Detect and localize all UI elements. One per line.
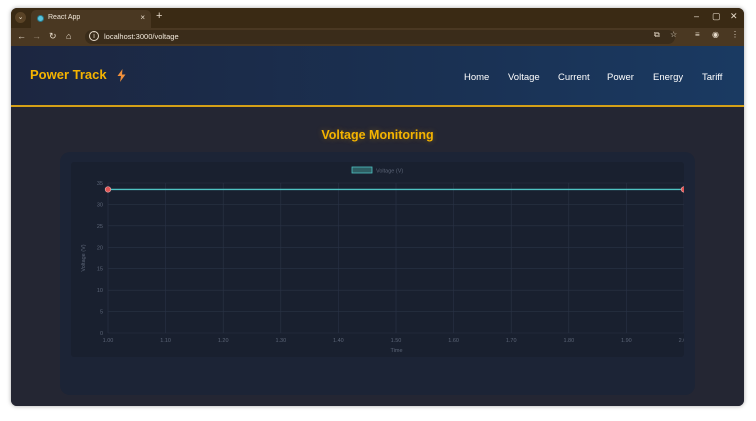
menu-kebab-icon[interactable]: ⋮ [731, 30, 739, 39]
chart-plot-background [71, 162, 684, 357]
nav-link-energy[interactable]: Energy [653, 72, 683, 83]
y-tick-label: 10 [97, 288, 103, 294]
nav-link-current[interactable]: Current [558, 72, 590, 83]
forward-arrow-icon[interactable]: → [32, 31, 41, 41]
reload-icon[interactable]: ↻ [49, 31, 57, 42]
x-tick-label: 1.70 [506, 338, 517, 344]
close-window-button[interactable]: ✕ [730, 11, 738, 22]
minimize-button[interactable]: – [694, 11, 699, 21]
site-info-icon[interactable]: i [89, 31, 99, 41]
chart-card: 0 5 10 15 20 25 30 35 1.00 1.10 1.20 1.30 1.40 1.50 1.… [60, 152, 695, 395]
nav-link-home[interactable]: Home [464, 72, 489, 83]
legend-label: Voltage (V) [376, 169, 403, 175]
lightning-bolt-icon [117, 69, 126, 82]
voltage-line-chart[interactable]: 0 5 10 15 20 25 30 35 1.00 1.10 1.20 1.30 1.40 1.50 1.… [71, 162, 684, 357]
react-favicon-icon [37, 15, 44, 22]
back-arrow-icon[interactable]: ← [17, 31, 26, 41]
profile-icon[interactable]: ◉ [712, 30, 719, 39]
y-tick-label: 25 [97, 224, 103, 230]
x-tick-label: 1.00 [103, 338, 114, 344]
browser-window: ⌄ React App × + – ▢ ✕ ← → ↻ ⌂ i localhos… [11, 8, 744, 406]
x-tick-label: 1.80 [563, 338, 574, 344]
tab-search-button[interactable]: ⌄ [15, 12, 26, 23]
browser-tab[interactable]: React App × [31, 10, 151, 28]
x-tick-label: 1.90 [621, 338, 632, 344]
x-tick-label: 1.40 [333, 338, 344, 344]
nav-link-tariff[interactable]: Tariff [702, 72, 722, 83]
url-text[interactable]: localhost:3000/voltage [104, 32, 179, 41]
x-tick-label: 1.60 [448, 338, 459, 344]
nav-link-voltage[interactable]: Voltage [508, 72, 540, 83]
address-bar[interactable]: i localhost:3000/voltage [85, 30, 675, 44]
y-tick-label: 30 [97, 202, 103, 208]
new-tab-button[interactable]: + [156, 10, 162, 22]
y-tick-label: 5 [100, 310, 103, 316]
voltage-data-point [680, 186, 684, 193]
voltage-data-point [104, 186, 112, 193]
x-tick-label: 1.20 [218, 338, 229, 344]
tab-title: React App [48, 14, 81, 21]
y-tick-label: 15 [97, 267, 103, 273]
y-axis-title: Voltage (V) [81, 244, 87, 271]
home-icon[interactable]: ⌂ [66, 31, 71, 41]
page-title: Voltage Monitoring [321, 128, 434, 142]
brand-title[interactable]: Power Track [30, 67, 107, 82]
x-tick-label: 1.50 [391, 338, 402, 344]
y-tick-label: 35 [97, 181, 103, 187]
x-axis-title: Time [390, 348, 402, 354]
x-tick-label: 1.30 [275, 338, 286, 344]
app-header: Power Track Home Voltage Current Power E… [11, 46, 744, 107]
tab-strip: ⌄ React App × + – ▢ ✕ [11, 8, 744, 28]
y-tick-label: 20 [97, 245, 103, 251]
y-tick-label: 0 [100, 331, 103, 337]
tab-close-icon[interactable]: × [140, 13, 145, 22]
address-bar-row: ← → ↻ ⌂ i localhost:3000/voltage ⧉ ☆ ≡ ◉… [11, 28, 744, 46]
bookmark-star-icon[interactable]: ☆ [670, 30, 677, 39]
x-tick-label: 2.00 [679, 338, 684, 344]
extensions-icon[interactable]: ≡ [695, 30, 700, 39]
x-tick-label: 1.10 [160, 338, 171, 344]
page-viewport: Power Track Home Voltage Current Power E… [11, 46, 744, 406]
legend-swatch [351, 166, 373, 174]
maximize-button[interactable]: ▢ [712, 11, 721, 22]
nav-link-power[interactable]: Power [607, 72, 634, 83]
install-app-icon[interactable]: ⧉ [654, 30, 660, 40]
